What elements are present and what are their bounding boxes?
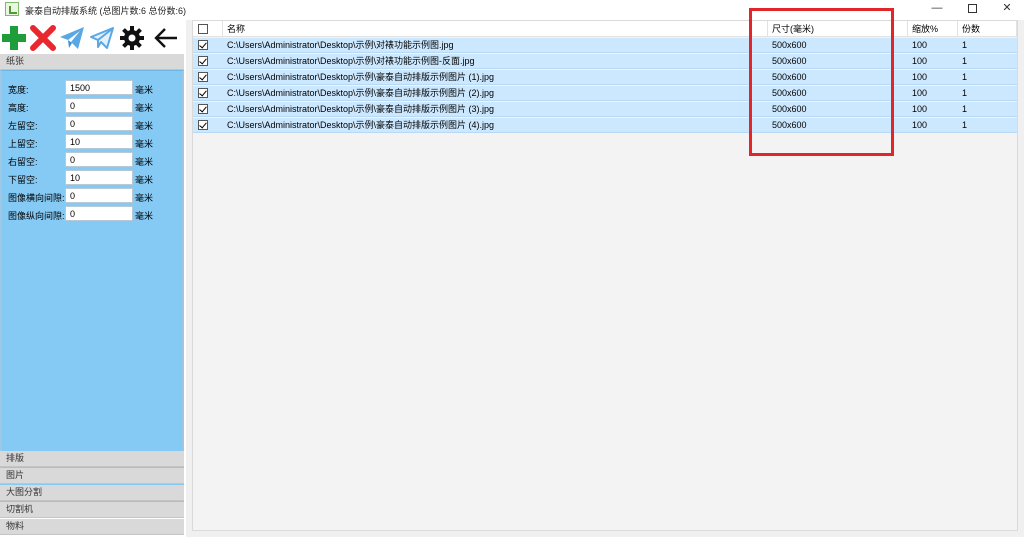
settings-button[interactable] — [118, 24, 146, 52]
main-area: 名称 尺寸(毫米) 缩放% 份数 C:\Users\Administrator\… — [186, 20, 1024, 537]
height-input[interactable] — [65, 98, 133, 113]
form-row-width: 宽度: 毫米 — [8, 80, 184, 96]
image-table: 名称 尺寸(毫米) 缩放% 份数 C:\Users\Administrator\… — [192, 20, 1018, 531]
width-input[interactable] — [65, 80, 133, 95]
row-checkbox[interactable] — [198, 88, 208, 98]
form-row-height: 高度: 毫米 — [8, 98, 184, 114]
header-scale[interactable]: 缩放% — [908, 21, 958, 37]
section-paper[interactable]: 纸张 — [0, 54, 184, 70]
row-checkbox[interactable] — [198, 40, 208, 50]
row-copies: 1 — [962, 120, 968, 130]
header-select-cell — [193, 21, 223, 37]
back-button[interactable] — [152, 24, 180, 52]
row-checkbox[interactable] — [198, 72, 208, 82]
select-all-checkbox[interactable] — [198, 24, 208, 34]
row-copies: 1 — [962, 88, 968, 98]
header-name[interactable]: 名称 — [223, 21, 768, 37]
row-scale: 100 — [912, 72, 928, 82]
form-row-v-gap: 图像纵向间隙: 毫米 — [8, 206, 184, 222]
send-icon — [60, 27, 84, 49]
row-name: C:\Users\Administrator\Desktop\示例\豪泰自动排版… — [227, 104, 495, 114]
bottom-margin-label: 下留空: — [8, 175, 38, 185]
section-layout[interactable]: 排版 — [0, 451, 184, 467]
row-name: C:\Users\Administrator\Desktop\示例\豪泰自动排版… — [227, 120, 495, 130]
height-label: 高度: — [8, 103, 29, 113]
row-checkbox[interactable] — [198, 56, 208, 66]
size-column-highlight — [749, 8, 894, 156]
row-copies: 1 — [962, 40, 968, 50]
section-split[interactable]: 大图分割 — [0, 485, 184, 501]
maximize-icon — [967, 4, 977, 13]
row-name: C:\Users\Administrator\Desktop\示例\对裱功能示例… — [227, 40, 454, 50]
section-cutter[interactable]: 切割机 — [0, 502, 184, 518]
bottom-margin-input[interactable] — [65, 170, 133, 185]
top-margin-label: 上留空: — [8, 139, 38, 149]
h-gap-unit: 毫米 — [135, 193, 154, 203]
right-margin-unit: 毫米 — [135, 157, 154, 167]
section-images[interactable]: 图片 — [0, 468, 184, 484]
app-logo-icon — [5, 2, 19, 16]
form-row-top-margin: 上留空: 毫米 — [8, 134, 184, 150]
top-margin-unit: 毫米 — [135, 139, 154, 149]
header-copies[interactable]: 份数 — [958, 21, 1017, 37]
top-margin-input[interactable] — [65, 134, 133, 149]
row-scale: 100 — [912, 120, 928, 130]
row-scale: 100 — [912, 88, 928, 98]
delete-button[interactable] — [29, 24, 57, 52]
bottom-margin-unit: 毫米 — [135, 175, 154, 185]
width-label: 宽度: — [8, 85, 29, 95]
delete-x-icon — [30, 25, 56, 51]
row-scale: 100 — [912, 40, 928, 50]
row-copies: 1 — [962, 56, 968, 66]
row-scale: 100 — [912, 104, 928, 114]
window-title: 豪泰自动排版系统 (总图片数:6 总份数:6) — [25, 6, 187, 16]
settings-panel: 纸张 宽度: 毫米 高度: 毫米 左留空: 毫米 上留空: 毫米 右留空: 毫米 — [0, 54, 184, 537]
form-row-h-gap: 图像横向间隙: 毫米 — [8, 188, 184, 204]
v-gap-unit: 毫米 — [135, 211, 154, 221]
maximize-button[interactable] — [955, 0, 989, 18]
add-button[interactable] — [0, 24, 28, 52]
minimize-button[interactable]: — — [920, 0, 954, 18]
row-checkbox[interactable] — [198, 120, 208, 130]
toolbar — [0, 21, 184, 54]
row-copies: 1 — [962, 72, 968, 82]
width-unit: 毫米 — [135, 85, 154, 95]
form-row-bottom-margin: 下留空: 毫米 — [8, 170, 184, 186]
row-scale: 100 — [912, 56, 928, 66]
back-arrow-icon — [154, 28, 177, 48]
row-name: C:\Users\Administrator\Desktop\示例\对裱功能示例… — [227, 56, 475, 66]
gear-icon — [120, 26, 144, 50]
left-margin-input[interactable] — [65, 116, 133, 131]
row-copies: 1 — [962, 104, 968, 114]
plus-icon — [2, 26, 26, 50]
close-button[interactable]: ✕ — [990, 0, 1024, 18]
left-margin-unit: 毫米 — [135, 121, 154, 131]
left-margin-label: 左留空: — [8, 121, 38, 131]
form-row-right-margin: 右留空: 毫米 — [8, 152, 184, 168]
height-unit: 毫米 — [135, 103, 154, 113]
send-button[interactable] — [58, 24, 86, 52]
send-outline-icon — [90, 27, 114, 49]
row-name: C:\Users\Administrator\Desktop\示例\豪泰自动排版… — [227, 72, 495, 82]
right-margin-label: 右留空: — [8, 157, 38, 167]
form-row-left-margin: 左留空: 毫米 — [8, 116, 184, 132]
right-margin-input[interactable] — [65, 152, 133, 167]
v-gap-label: 图像纵向间隙: — [8, 211, 65, 221]
send-outline-button[interactable] — [88, 24, 116, 52]
row-checkbox[interactable] — [198, 104, 208, 114]
paper-settings-body: 宽度: 毫米 高度: 毫米 左留空: 毫米 上留空: 毫米 右留空: 毫米 下留… — [0, 70, 184, 505]
h-gap-label: 图像横向间隙: — [8, 193, 65, 203]
section-material[interactable]: 物料 — [0, 519, 184, 535]
v-gap-input[interactable] — [65, 206, 133, 221]
row-name: C:\Users\Administrator\Desktop\示例\豪泰自动排版… — [227, 88, 495, 98]
h-gap-input[interactable] — [65, 188, 133, 203]
